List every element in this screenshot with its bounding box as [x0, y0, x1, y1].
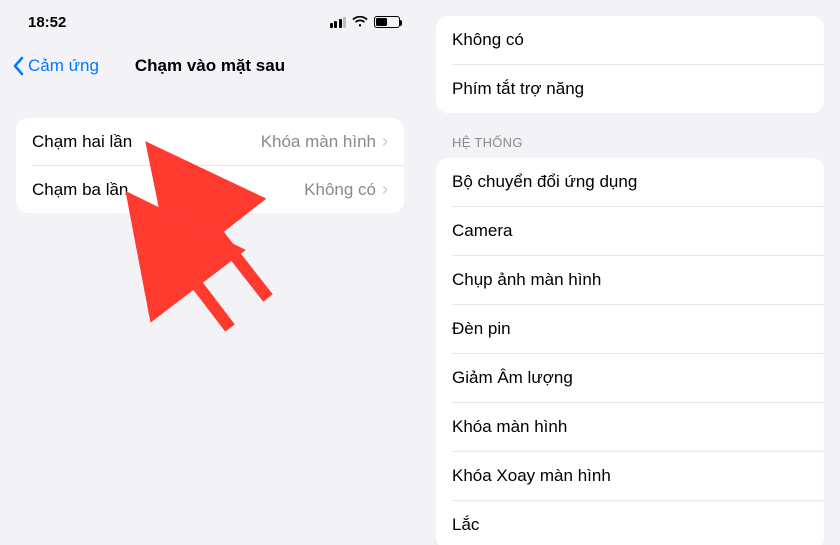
cellular-signal-icon — [330, 17, 347, 28]
options-group-top: Không có Phím tắt trợ năng — [436, 16, 824, 113]
chevron-right-icon: › — [382, 131, 388, 152]
option-screenshot-row[interactable]: Chụp ảnh màn hình — [452, 255, 824, 304]
row-label: Chạm ba lần — [32, 180, 304, 200]
battery-icon — [374, 16, 400, 28]
option-volume-down-row[interactable]: Giảm Âm lượng — [452, 353, 824, 402]
left-screen: 18:52 Cảm ứng Chạm vào mặt sau Chạm hai … — [0, 0, 420, 545]
row-label: Phím tắt trợ năng — [452, 79, 808, 99]
triple-tap-row[interactable]: Chạm ba lần Không có › — [32, 165, 404, 213]
row-label: Bộ chuyển đổi ứng dụng — [452, 172, 808, 192]
double-tap-row[interactable]: Chạm hai lần Khóa màn hình › — [16, 118, 404, 165]
row-label: Giảm Âm lượng — [452, 368, 808, 388]
option-none-row[interactable]: Không có — [436, 16, 824, 64]
navigation-bar: Cảm ứng Chạm vào mặt sau — [0, 44, 420, 88]
row-label: Camera — [452, 221, 808, 241]
option-lock-rotation-row[interactable]: Khóa Xoay màn hình — [452, 451, 824, 500]
status-time: 18:52 — [28, 14, 66, 31]
options-group-system: Bộ chuyển đổi ứng dụng Camera Chụp ảnh m… — [436, 158, 824, 545]
option-camera-row[interactable]: Camera — [452, 206, 824, 255]
status-bar: 18:52 — [0, 0, 420, 44]
back-tap-group: Chạm hai lần Khóa màn hình › Chạm ba lần… — [16, 118, 404, 213]
right-screen: Không có Phím tắt trợ năng HỆ THỐNG Bộ c… — [420, 0, 840, 545]
option-shake-row[interactable]: Lắc — [452, 500, 824, 545]
row-value: Không có — [304, 180, 376, 200]
status-indicators — [330, 16, 401, 28]
chevron-right-icon: › — [382, 179, 388, 200]
row-value: Khóa màn hình — [261, 132, 376, 152]
row-label: Khóa màn hình — [452, 417, 808, 437]
page-title: Chạm vào mặt sau — [135, 56, 285, 76]
chevron-left-icon — [12, 56, 24, 76]
option-app-switcher-row[interactable]: Bộ chuyển đổi ứng dụng — [436, 158, 824, 206]
back-label: Cảm ứng — [28, 56, 99, 76]
row-label: Khóa Xoay màn hình — [452, 466, 808, 486]
row-label: Không có — [452, 30, 808, 50]
option-lock-screen-row[interactable]: Khóa màn hình — [452, 402, 824, 451]
wifi-icon — [352, 16, 368, 28]
row-label: Lắc — [452, 515, 808, 535]
option-flashlight-row[interactable]: Đèn pin — [452, 304, 824, 353]
row-label: Chạm hai lần — [32, 132, 261, 152]
row-label: Đèn pin — [452, 319, 808, 339]
back-button[interactable]: Cảm ứng — [12, 56, 99, 76]
section-header-system: HỆ THỐNG — [452, 135, 808, 150]
option-accessibility-shortcut-row[interactable]: Phím tắt trợ năng — [452, 64, 824, 113]
row-label: Chụp ảnh màn hình — [452, 270, 808, 290]
